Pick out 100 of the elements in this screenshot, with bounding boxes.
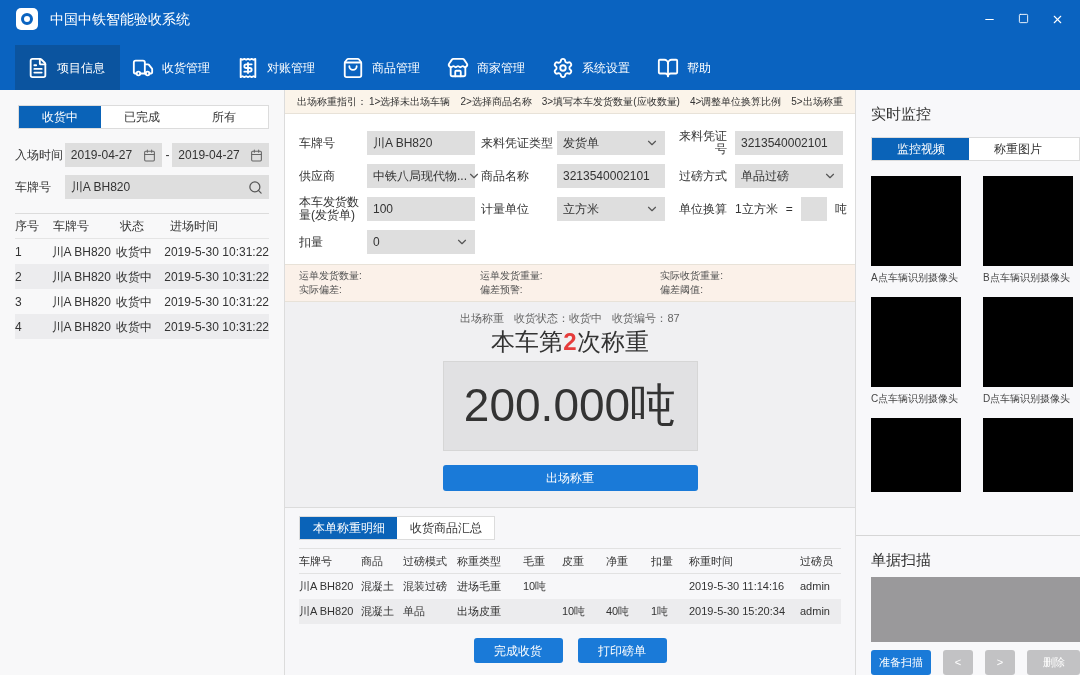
table-row[interactable]: 川A BH820 混凝土 混装过磅 进场毛重 10吨 2019-5-30 11:14:16 admin: [299, 574, 841, 599]
input-field[interactable]: 3213540002101: [735, 131, 843, 155]
table-cell-text: 混装过磅: [403, 579, 448, 595]
column-header: 商品: [361, 553, 384, 569]
weight-display: 200.000吨: [442, 360, 698, 451]
ratio-field[interactable]: [800, 197, 827, 221]
guide-title: 出场称重指引：: [297, 95, 367, 109]
bag-icon: [342, 56, 364, 79]
nav-tab[interactable]: 对账管理: [225, 45, 330, 90]
camera-label: A点车辆识别摄像头: [871, 270, 959, 285]
table-cell-text: 2019-5-30 10:31:22: [164, 318, 269, 336]
table-cell-text: 收货中: [116, 293, 154, 311]
column-header: 净重: [606, 553, 629, 569]
column-header: 过磅员: [800, 553, 834, 569]
table-cell-text: 4: [15, 318, 23, 336]
table-cell-text: 1吨: [651, 604, 670, 620]
tab[interactable]: 收货中: [19, 106, 101, 128]
table-row[interactable]: 3 川A BH820 收货中 2019-5-30 10:31:22: [15, 289, 269, 314]
table-row[interactable]: 川A BH820 混凝土 单品 出场皮重 10吨 40吨 1吨 2019-5-30 15:20:34 admin: [299, 599, 841, 624]
table-cell-text: 混凝土: [361, 604, 395, 620]
window-title: 中国中铁智能验收系统: [50, 9, 190, 29]
table-cell-text: 川A BH820: [51, 293, 112, 311]
table-cell-text: 2019-5-30 10:31:22: [164, 293, 269, 311]
settings-icon: [552, 56, 574, 79]
camera-label: C点车辆识别摄像头: [871, 391, 960, 406]
date-field[interactable]: 2019-04-27: [172, 143, 269, 167]
exit-weigh-button[interactable]: 出场称重: [442, 464, 698, 491]
table-row[interactable]: 4 川A BH820 收货中 2019-5-30 10:31:22: [15, 314, 269, 339]
summary-label: 实际偏差:: [299, 283, 343, 297]
nav-tab[interactable]: 商家管理: [435, 45, 540, 90]
field-label: 来料凭证号: [678, 130, 728, 156]
input-field[interactable]: 100: [367, 197, 475, 221]
table-row[interactable]: 2 川A BH820 收货中 2019-5-30 10:31:22: [15, 264, 269, 289]
field-label: 车牌号: [299, 136, 336, 150]
equals-sign: =: [785, 201, 793, 218]
table-cell-text: 混凝土: [361, 579, 395, 595]
guide-step: 4>调整单位换算比例: [689, 94, 782, 109]
column-header: 毛重: [522, 553, 546, 569]
document-icon: [27, 56, 49, 79]
nav-tab[interactable]: 系统设置: [540, 45, 645, 90]
table-cell-text: 川A BH820: [51, 268, 112, 286]
section-title: 单据扫描: [871, 549, 932, 570]
tab[interactable]: 监控视频: [872, 137, 969, 160]
table-cell-text: 40吨: [606, 604, 631, 620]
table-cell-text: 川A BH820: [51, 243, 112, 261]
calendar-icon: [250, 148, 263, 162]
field-label: 过磅方式: [678, 169, 728, 183]
weigh-count-heading: 本车第2次称重: [491, 326, 649, 357]
table-cell-text: 1: [15, 243, 23, 261]
table-cell-text: 2019-5-30 10:31:22: [164, 243, 269, 261]
column-header: 称重类型: [457, 553, 502, 569]
camera-label: D点车辆识别摄像头: [983, 391, 1072, 406]
unit-label: 吨: [834, 201, 847, 218]
date-field[interactable]: 2019-04-27: [64, 143, 163, 167]
column-header: 扣量: [651, 553, 674, 569]
book-icon: [657, 56, 679, 79]
table-cell-text: 10吨: [522, 579, 548, 595]
field-label: 单位换算: [678, 202, 728, 216]
column-header: 车牌号: [53, 218, 90, 235]
select-field[interactable]: 0: [367, 230, 475, 254]
nav-tab[interactable]: 收货管理: [120, 45, 225, 90]
table-cell-text: admin: [800, 604, 831, 620]
guide-step: 3>填写本车发货数量(应收数量): [541, 94, 680, 109]
maximize-icon[interactable]: [1018, 12, 1029, 24]
action-button[interactable]: 完成收货: [473, 638, 563, 663]
nav-tab[interactable]: 商品管理: [330, 45, 435, 90]
conversion-from: 1立方米: [735, 201, 778, 218]
summary-label: 运单发货重量:: [479, 269, 544, 283]
table-cell-text: 收货中: [116, 243, 154, 261]
column-header: 序号: [15, 218, 40, 235]
receipt-icon: [237, 56, 259, 79]
weigh-info: 出场称重: [460, 311, 505, 326]
tab[interactable]: 本单称重明细: [300, 517, 397, 539]
summary-label: 实际收货重量:: [660, 269, 725, 283]
action-button[interactable]: 打印磅单: [577, 638, 667, 663]
nav-tab[interactable]: 帮助: [645, 45, 750, 90]
scan-button[interactable]: 准备扫描: [871, 650, 931, 675]
select-field[interactable]: 单品过磅: [735, 164, 843, 188]
calendar-icon: [143, 148, 157, 162]
table-cell-text: 3: [15, 293, 23, 311]
table-cell-text: 川A BH820: [299, 579, 355, 595]
date-separator: -: [164, 147, 171, 164]
select-field[interactable]: 发货单: [557, 131, 665, 155]
table-cell-text: 出场皮重: [457, 604, 502, 620]
select-field[interactable]: 立方米: [557, 197, 665, 221]
input-field[interactable]: 川A BH820: [367, 131, 475, 155]
field-label: 计量单位: [480, 202, 530, 216]
column-header: 称重时间: [689, 553, 734, 569]
weigh-info: 收货状态：收货中: [514, 311, 603, 326]
table-row[interactable]: 1 川A BH820 收货中 2019-5-30 10:31:22: [15, 239, 269, 264]
nav-tab[interactable]: 项目信息: [15, 45, 120, 90]
input-field[interactable]: 3213540002101: [557, 164, 665, 188]
table-cell-text: 2: [15, 268, 23, 286]
search-field[interactable]: 川A BH820: [64, 175, 269, 199]
column-header: 状态: [120, 218, 145, 235]
table-cell-text: 收货中: [116, 268, 154, 286]
table-cell-text: 2019-5-30 11:14:16: [689, 579, 786, 595]
summary-label: 偏差预警:: [479, 283, 524, 297]
plate-label: 车牌号: [15, 179, 52, 196]
logo-icon: [16, 8, 38, 30]
